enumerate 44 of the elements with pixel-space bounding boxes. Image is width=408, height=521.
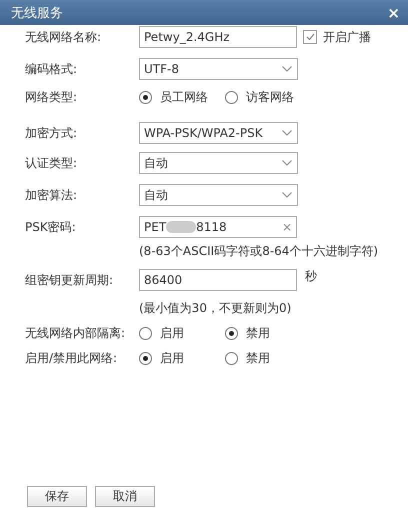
unit-label: 秒 (305, 268, 317, 284)
field-label: 加密方式: (25, 124, 78, 142)
field-label: 加密算法: (25, 186, 78, 204)
radio-button[interactable] (225, 91, 238, 104)
radio-button[interactable] (225, 352, 238, 365)
close-button[interactable]: × (387, 4, 400, 22)
password-field[interactable]: PET 8118 × (139, 216, 297, 238)
radio-button[interactable] (139, 352, 152, 365)
radio-button[interactable] (139, 327, 152, 340)
radio-option[interactable]: 启用 (139, 325, 225, 342)
field-label: 启用/禁用此网络: (25, 350, 118, 367)
field-label: 无线网络名称: (25, 28, 102, 46)
radio-option[interactable]: 启用 (139, 350, 225, 367)
save-button[interactable]: 保存 (27, 486, 87, 507)
clear-button[interactable]: × (282, 220, 292, 234)
radio-option[interactable]: 禁用 (225, 325, 311, 342)
field-label: 编码格式: (25, 60, 78, 78)
radio-option[interactable]: 访客网络 (225, 89, 311, 106)
window-title: 无线服务 (11, 4, 63, 22)
dropdown[interactable]: WPA-PSK/WPA2-PSK (139, 122, 298, 144)
field-label: 无线网络内部隔离: (25, 325, 126, 342)
hint-text: (最小值为30，不更新则为0) (139, 300, 292, 317)
caret-icon (282, 130, 292, 136)
radio-option[interactable]: 员工网络 (139, 89, 225, 106)
radio-option[interactable]: 禁用 (225, 350, 311, 367)
checkbox-label: 开启广播 (323, 28, 371, 46)
dropdown[interactable]: UTF-8 (139, 58, 298, 80)
hint-text: (8-63个ASCII码字符或8-64个十六进制字符) (139, 243, 378, 260)
field-label: PSK密码: (25, 218, 77, 236)
cancel-button[interactable]: 取消 (95, 486, 155, 507)
field-label: 组密钥更新周期: (25, 272, 114, 288)
checkbox[interactable] (303, 30, 317, 44)
caret-icon (282, 192, 292, 198)
radio-button[interactable] (139, 91, 152, 104)
dropdown[interactable]: 自动 (139, 152, 298, 174)
field-label: 认证类型: (25, 154, 78, 172)
caret-icon (282, 160, 292, 166)
check-icon (306, 33, 314, 41)
input-field[interactable]: 86400 (139, 269, 297, 291)
field-label: 网络类型: (25, 89, 78, 106)
dropdown[interactable]: 自动 (139, 184, 298, 206)
radio-button[interactable] (225, 327, 238, 340)
caret-icon (282, 66, 292, 72)
input-field[interactable]: Petwy_2.4GHz (139, 26, 297, 48)
